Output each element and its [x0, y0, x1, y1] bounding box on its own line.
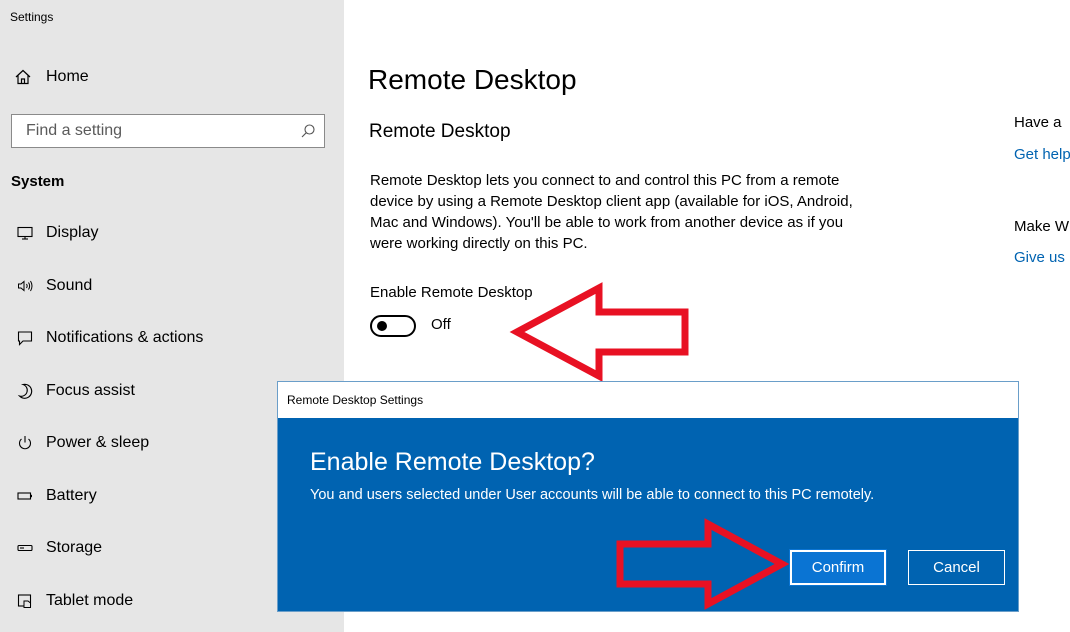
toggle-state-text: Off	[431, 316, 451, 333]
section-title: System	[11, 173, 65, 190]
sidebar-item-label: Sound	[46, 276, 93, 294]
battery-icon	[17, 492, 32, 500]
sidebar-item-label: Battery	[46, 486, 97, 504]
annotation-arrow-confirm	[616, 518, 790, 610]
sidebar-item-display[interactable]: Display	[0, 207, 344, 260]
speaker-icon	[18, 280, 33, 292]
annotation-arrow-toggle	[509, 282, 689, 382]
search-icon[interactable]	[300, 123, 316, 139]
description-text: Remote Desktop lets you connect to and c…	[370, 172, 853, 252]
home-nav-item[interactable]: Home	[14, 68, 89, 86]
sidebar-item-label: Tablet mode	[46, 591, 134, 609]
sidebar-item-label: Display	[46, 224, 99, 242]
storage-icon	[17, 545, 33, 552]
dialog-window-title: Remote Desktop Settings	[287, 393, 424, 407]
cancel-button[interactable]: Cancel	[908, 550, 1005, 585]
sidebar-item-label: Storage	[46, 539, 103, 557]
toggle-knob	[377, 321, 387, 331]
home-label: Home	[46, 68, 89, 85]
search-box[interactable]	[11, 114, 325, 148]
related-question-2: Make W	[1014, 218, 1070, 235]
give-feedback-link[interactable]: Give us	[1014, 249, 1065, 266]
monitor-icon	[17, 227, 33, 240]
dialog-titlebar: Remote Desktop Settings	[278, 382, 1018, 418]
tablet-mode-icon	[17, 594, 32, 608]
sidebar-item-label: Focus assist	[46, 381, 135, 399]
power-icon	[19, 436, 31, 450]
sidebar-item-label: Notifications & actions	[46, 329, 204, 347]
app-title: Settings	[10, 10, 54, 24]
get-help-link[interactable]: Get help	[1014, 146, 1070, 163]
section-heading: Remote Desktop	[369, 121, 511, 142]
enable-remote-desktop-toggle[interactable]	[370, 315, 416, 337]
moon-icon	[17, 383, 33, 399]
sidebar-item-notifications[interactable]: Notifications & actions	[0, 312, 344, 365]
dialog-body-text: You and users selected under User accoun…	[310, 487, 875, 503]
confirm-button[interactable]: Confirm	[789, 549, 887, 586]
sidebar-item-label: Power & sleep	[46, 434, 150, 452]
home-icon	[15, 69, 31, 85]
related-question-1: Have a	[1014, 114, 1062, 131]
notifications-icon	[17, 331, 33, 347]
page-title: Remote Desktop	[368, 64, 577, 95]
sidebar-item-sound[interactable]: Sound	[0, 260, 344, 313]
search-input[interactable]	[12, 115, 300, 147]
dialog-heading: Enable Remote Desktop?	[310, 448, 595, 476]
